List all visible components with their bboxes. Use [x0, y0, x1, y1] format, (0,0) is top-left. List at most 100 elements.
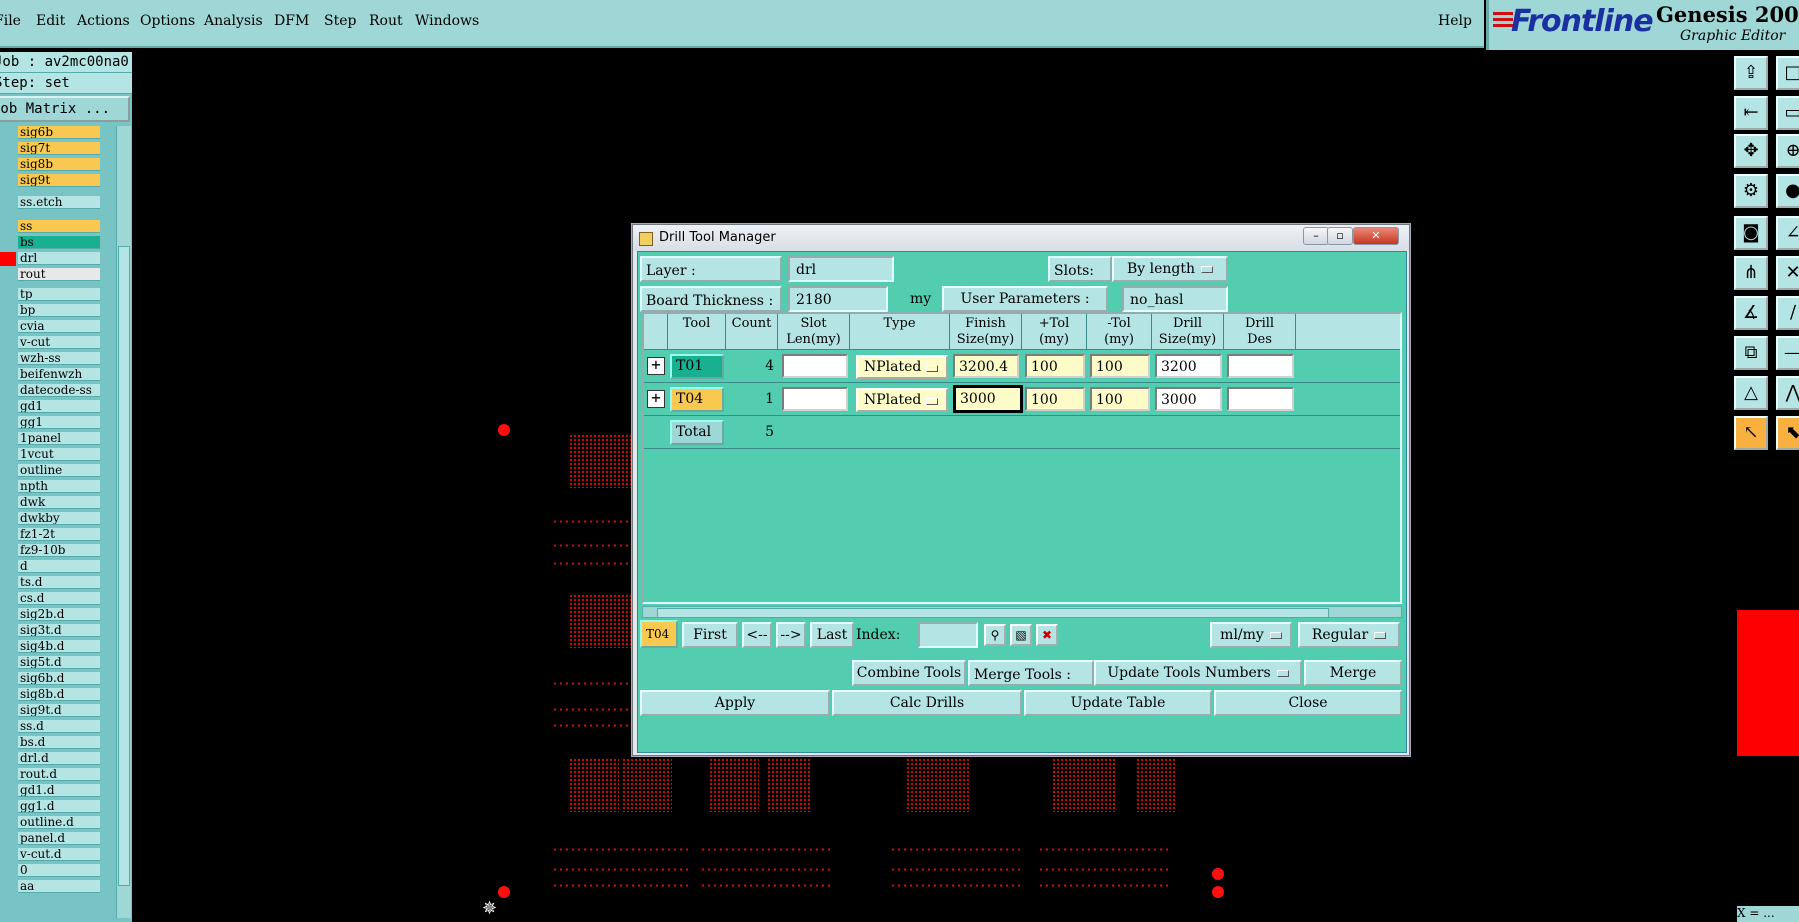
window-icon[interactable]: □: [1776, 56, 1799, 90]
layer-status-mark[interactable]: [0, 252, 16, 266]
layer-status-mark[interactable]: [0, 416, 16, 430]
layer-item[interactable]: drl: [0, 252, 104, 266]
next-button[interactable]: -->: [776, 622, 806, 648]
layer-status-mark[interactable]: [0, 512, 16, 526]
finish-size-input[interactable]: 3000: [953, 385, 1023, 413]
layer-up-icon[interactable]: ⇪: [1734, 56, 1768, 90]
layer-item[interactable]: cs.d: [0, 592, 104, 606]
triangle-icon[interactable]: △: [1734, 376, 1768, 410]
layer-item[interactable]: sig7t: [0, 142, 104, 156]
layer-item[interactable]: bs: [0, 236, 104, 250]
slot-length-input[interactable]: [782, 387, 848, 411]
units-dropdown[interactable]: ml/my: [1210, 622, 1292, 648]
layer-item[interactable]: npth: [0, 480, 104, 494]
type-dropdown[interactable]: NPlated: [856, 355, 948, 379]
layer-status-mark[interactable]: [0, 720, 16, 734]
layer-item[interactable]: sig3t.d: [0, 624, 104, 638]
layer-item[interactable]: v-cut.d: [0, 848, 104, 862]
measure-icon[interactable]: ⚙: [1734, 174, 1768, 208]
layer-status-mark[interactable]: [0, 656, 16, 670]
layer-status-mark[interactable]: [0, 320, 16, 334]
layer-item[interactable]: gg1.d: [0, 800, 104, 814]
layer-item[interactable]: cvia: [0, 320, 104, 334]
layer-item[interactable]: panel.d: [0, 832, 104, 846]
merge-button[interactable]: Merge: [1304, 660, 1402, 686]
minus-tol-input[interactable]: 100: [1090, 354, 1150, 378]
user-parameters-field[interactable]: no_hasl: [1122, 286, 1228, 312]
layer-status-mark[interactable]: [0, 220, 16, 234]
layer-status-mark[interactable]: [0, 496, 16, 510]
layer-status-mark[interactable]: [0, 768, 16, 782]
board-thickness-field[interactable]: 2180: [788, 286, 888, 312]
close-icon[interactable]: ✕: [1353, 227, 1399, 245]
index-field[interactable]: [918, 622, 978, 648]
layer-item[interactable]: sig6b.d: [0, 672, 104, 686]
drill-size-input[interactable]: 3000: [1155, 387, 1222, 411]
menu-edit[interactable]: Edit: [36, 13, 65, 29]
dialog-titlebar[interactable]: Drill Tool Manager – ▫ ✕: [633, 225, 1409, 251]
prev-button[interactable]: <--: [742, 622, 772, 648]
menu-actions[interactable]: Actions: [77, 13, 130, 29]
scrollbar-thumb[interactable]: [657, 608, 1329, 618]
menu-dfm[interactable]: DFM: [274, 13, 309, 29]
merge-option-dropdown[interactable]: Update Tools Numbers: [1094, 660, 1302, 686]
last-button[interactable]: Last: [810, 622, 854, 648]
calc-drills-button[interactable]: Calc Drills: [832, 690, 1022, 716]
snap-icon[interactable]: ◙: [1734, 216, 1768, 250]
slot-length-input[interactable]: [782, 354, 848, 378]
layer-item[interactable]: drl.d: [0, 752, 104, 766]
expand-row-icon[interactable]: +: [647, 357, 665, 375]
update-table-button[interactable]: Update Table: [1024, 690, 1212, 716]
layer-status-mark[interactable]: [0, 848, 16, 862]
layer-status-mark[interactable]: [0, 142, 16, 156]
layer-status-mark[interactable]: [0, 752, 16, 766]
layer-status-mark[interactable]: [0, 624, 16, 638]
drill-size-input[interactable]: 3200: [1155, 354, 1222, 378]
arc-icon[interactable]: ⋀: [1776, 376, 1799, 410]
fit-icon[interactable]: ✥: [1734, 134, 1768, 168]
first-button[interactable]: First: [682, 622, 738, 648]
finish-size-input[interactable]: 3200.4: [953, 354, 1019, 378]
layer-item[interactable]: sig5t.d: [0, 656, 104, 670]
layer-status-mark[interactable]: [0, 784, 16, 798]
layer-status-mark[interactable]: [0, 544, 16, 558]
layer-item[interactable]: dwk: [0, 496, 104, 510]
layer-item[interactable]: bs.d: [0, 736, 104, 750]
layer-item[interactable]: tp: [0, 288, 104, 302]
layer-status-mark[interactable]: [0, 816, 16, 830]
layer-status-mark[interactable]: [0, 304, 16, 318]
menu-rout[interactable]: Rout: [369, 13, 403, 29]
layer-status-mark[interactable]: [0, 384, 16, 398]
layer-item[interactable]: gd1.d: [0, 784, 104, 798]
pad-icon[interactable]: ●: [1776, 174, 1799, 208]
layer-status-mark[interactable]: [0, 336, 16, 350]
layer-item[interactable]: sig4b.d: [0, 640, 104, 654]
layer-item[interactable]: sig8b: [0, 158, 104, 172]
layer-list-scrollbar[interactable]: [116, 126, 131, 918]
layer-status-mark[interactable]: [0, 448, 16, 462]
combine-tools-button[interactable]: Combine Tools: [852, 660, 966, 686]
slash-icon[interactable]: ∕: [1776, 296, 1799, 330]
shape-icon[interactable]: ⧉: [1734, 336, 1768, 370]
select-arrow-icon[interactable]: ↖: [1734, 416, 1768, 450]
layer-status-mark[interactable]: [0, 800, 16, 814]
layer-status-mark[interactable]: [0, 576, 16, 590]
plus-tol-input[interactable]: 100: [1025, 387, 1085, 411]
layer-item[interactable]: gd1: [0, 400, 104, 414]
tool-button[interactable]: T01: [670, 354, 724, 379]
layer-status-mark[interactable]: [0, 174, 16, 188]
layer-item[interactable]: rout.d: [0, 768, 104, 782]
plus-tol-input[interactable]: 100: [1025, 354, 1085, 378]
maximize-icon[interactable]: ▫: [1327, 227, 1353, 245]
user-parameters-button[interactable]: User Parameters :: [942, 286, 1108, 312]
job-matrix-button[interactable]: Job Matrix ...: [0, 96, 130, 122]
node-icon[interactable]: ✕: [1776, 256, 1799, 290]
layer-item[interactable]: ss: [0, 220, 104, 234]
layer-status-mark[interactable]: [0, 352, 16, 366]
layer-item[interactable]: 0: [0, 864, 104, 878]
layer-item[interactable]: 1panel: [0, 432, 104, 446]
layer-status-mark[interactable]: [0, 864, 16, 878]
clear-icon[interactable]: ✖: [1036, 624, 1058, 646]
menu-analysis[interactable]: Analysis: [204, 13, 263, 29]
dash-icon[interactable]: —: [1776, 336, 1799, 370]
